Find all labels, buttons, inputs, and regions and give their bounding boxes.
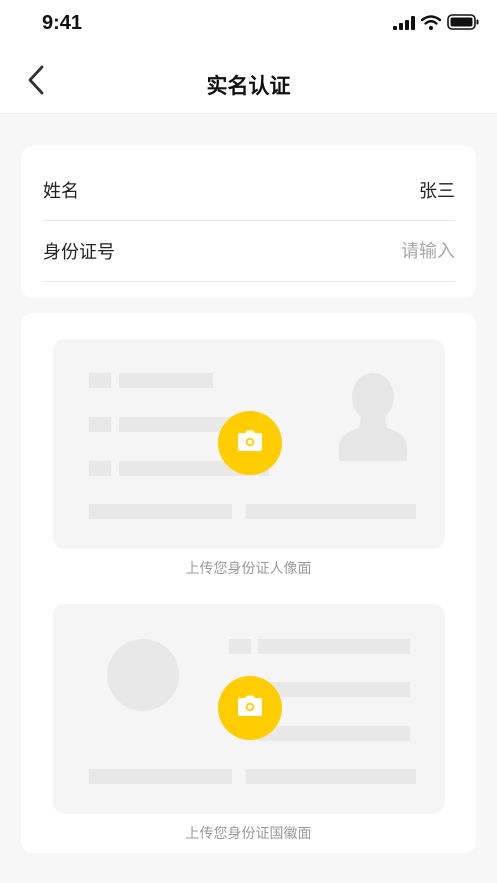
id-upload-card: 上传您身份证人像面 上传您身份证国徽面 <box>21 313 476 853</box>
placeholder-line <box>246 769 416 784</box>
id-front-upload-area[interactable] <box>53 339 445 549</box>
id-back-upload-area[interactable] <box>53 604 445 814</box>
battery-icon <box>447 14 479 34</box>
placeholder-line <box>246 504 416 519</box>
back-camera-button[interactable] <box>218 676 282 740</box>
placeholder-line <box>89 461 111 476</box>
name-row: 姓名 张三 <box>43 160 455 221</box>
wifi-icon <box>420 14 442 34</box>
camera-icon <box>237 430 263 456</box>
placeholder-line <box>119 417 231 432</box>
id-number-label: 身份证号 <box>43 242 115 263</box>
camera-icon <box>237 695 263 721</box>
placeholder-line <box>258 639 410 654</box>
id-back-upload-label: 上传您身份证国徽面 <box>185 826 312 842</box>
placeholder-line <box>258 726 410 741</box>
placeholder-line <box>89 769 232 784</box>
identity-form-card: 姓名 张三 身份证号 <box>21 146 476 298</box>
status-time: 9:41 <box>42 12 83 34</box>
emblem-placeholder <box>107 639 179 711</box>
id-front-upload-label: 上传您身份证人像面 <box>185 561 312 577</box>
navigation-bar: 实名认证 <box>0 50 497 114</box>
placeholder-line <box>89 504 232 519</box>
placeholder-line <box>258 682 410 697</box>
id-number-input[interactable] <box>255 240 455 262</box>
placeholder-line <box>89 373 111 388</box>
id-number-row: 身份证号 <box>43 221 455 282</box>
status-bar: 9:41 <box>0 0 497 50</box>
placeholder-line <box>89 417 111 432</box>
name-value[interactable]: 张三 <box>419 177 455 203</box>
page-title: 实名认证 <box>206 74 291 98</box>
portrait-silhouette-icon <box>335 373 411 467</box>
placeholder-line <box>229 639 251 654</box>
placeholder-line <box>119 373 213 388</box>
name-label: 姓名 <box>43 181 79 202</box>
cellular-signal-icon <box>393 15 415 34</box>
front-camera-button[interactable] <box>218 411 282 475</box>
status-icons <box>393 14 479 34</box>
